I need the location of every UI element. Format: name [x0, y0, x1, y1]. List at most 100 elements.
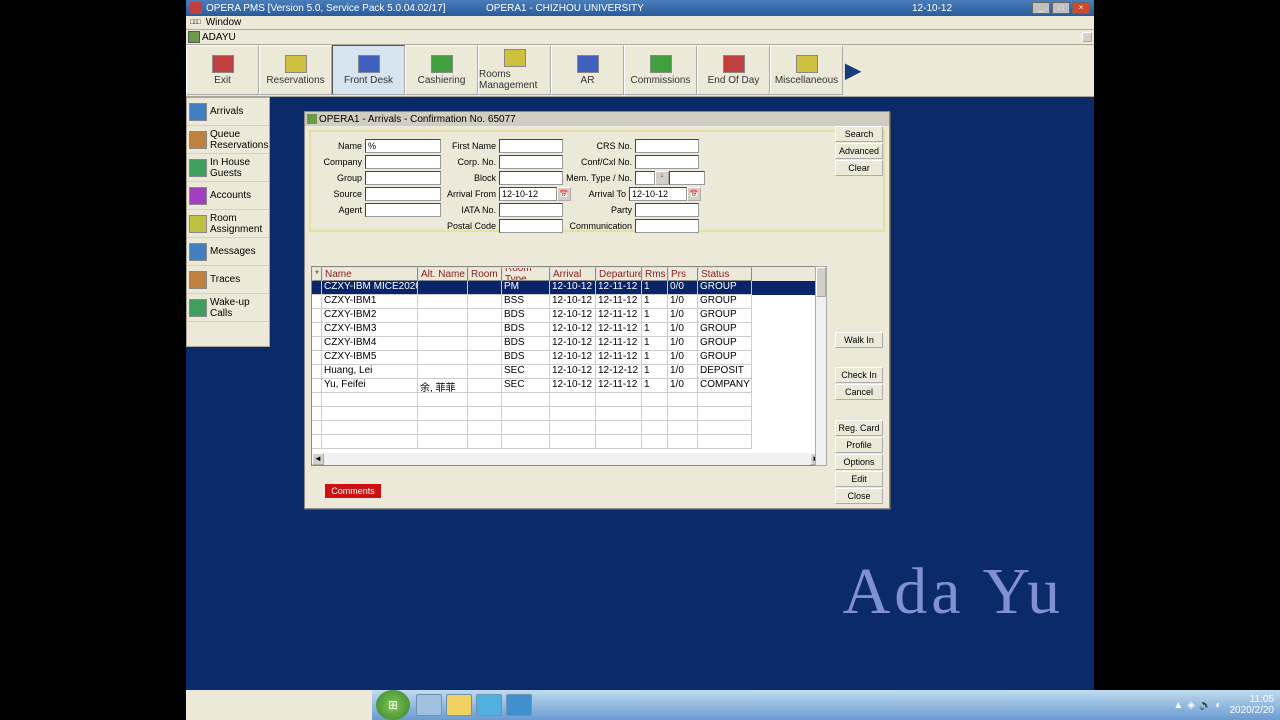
tray-flag-icon[interactable]: ▲: [1173, 700, 1183, 711]
col-header[interactable]: Status: [698, 267, 752, 281]
menubar: □□□ Window: [186, 16, 1094, 30]
close-button2[interactable]: Close: [835, 488, 883, 504]
scroll-left-icon[interactable]: ◄: [312, 453, 324, 465]
sidebar-item-room-assignment[interactable]: Room Assignment: [187, 210, 269, 238]
col-header[interactable]: Departure: [596, 267, 642, 281]
memtype-dropdown-icon[interactable]: ↓: [655, 171, 669, 185]
col-header[interactable]: Arrival: [550, 267, 596, 281]
options-button[interactable]: Options: [835, 454, 883, 470]
col-header[interactable]: Alt. Name: [418, 267, 468, 281]
col-header[interactable]: Name: [322, 267, 418, 281]
sidebar-item-accounts[interactable]: Accounts: [187, 182, 269, 210]
advanced-button[interactable]: Advanced: [835, 143, 883, 159]
input-corpno[interactable]: [499, 155, 563, 169]
input-firstname[interactable]: [499, 139, 563, 153]
taskbar-app-4[interactable]: [506, 694, 532, 716]
toolbar-front-desk[interactable]: Front Desk: [332, 45, 405, 95]
input-postal[interactable]: [499, 219, 563, 233]
cancel-button[interactable]: Cancel: [835, 384, 883, 400]
input-arrto[interactable]: [629, 187, 687, 201]
toolbar-reservations[interactable]: Reservations: [259, 45, 332, 95]
minimize-button[interactable]: _: [1032, 2, 1050, 14]
table-row-empty: [312, 393, 822, 407]
sidebar-item-queue-reservations[interactable]: Queue Reservations: [187, 126, 269, 154]
input-source[interactable]: [365, 187, 441, 201]
grid-body[interactable]: CZXY-IBM MICE202009PM12-10-1212-11-1210/…: [312, 281, 822, 451]
maximize-button[interactable]: □: [1052, 2, 1070, 14]
mdi-restore-icon[interactable]: [1082, 32, 1092, 42]
col-header[interactable]: Rms: [642, 267, 668, 281]
toolbar-end-of-day[interactable]: End Of Day: [697, 45, 770, 95]
edit-button[interactable]: Edit: [835, 471, 883, 487]
col-header[interactable]: Room Type: [502, 267, 550, 281]
calendar-to-icon[interactable]: 📅: [687, 187, 701, 201]
grid-vscroll[interactable]: [815, 266, 827, 466]
taskbar-app-3[interactable]: [476, 694, 502, 716]
comments-button[interactable]: Comments: [325, 484, 381, 498]
input-agent[interactable]: [365, 203, 441, 217]
taskbar-app-1[interactable]: [416, 694, 442, 716]
lbl-firstname: First Name: [441, 141, 499, 151]
input-comm[interactable]: [635, 219, 699, 233]
toolbar-exit[interactable]: Exit: [186, 45, 259, 95]
start-button[interactable]: ⊞: [376, 690, 410, 720]
sidebar-item-arrivals[interactable]: Arrivals: [187, 98, 269, 126]
checkin-button[interactable]: Check In: [835, 367, 883, 383]
table-row[interactable]: CZXY-IBM5BDS12-10-1212-11-1211/0GROUP: [312, 351, 822, 365]
input-crsno[interactable]: [635, 139, 699, 153]
cell: GROUP: [698, 309, 752, 323]
input-party[interactable]: [635, 203, 699, 217]
sidebar-item-traces[interactable]: Traces: [187, 266, 269, 294]
tray-misc-icon[interactable]: ◐: [1215, 700, 1221, 711]
input-memno[interactable]: [669, 171, 705, 185]
arrivals-grid[interactable]: *NameAlt. NameRoomRoom TypeArrivalDepart…: [311, 266, 823, 466]
clock[interactable]: 11:05 2020/2/20: [1230, 694, 1275, 716]
table-row[interactable]: CZXY-IBM1BSS12-10-1212-11-1211/0GROUP: [312, 295, 822, 309]
sidebar-icon: [189, 131, 207, 149]
sidebar-item-messages[interactable]: Messages: [187, 238, 269, 266]
menu-window[interactable]: Window: [206, 17, 242, 28]
col-header[interactable]: Prs: [668, 267, 698, 281]
profile-button[interactable]: Profile: [835, 437, 883, 453]
col-header[interactable]: Room: [468, 267, 502, 281]
col-header[interactable]: *: [312, 267, 322, 281]
input-group[interactable]: [365, 171, 441, 185]
walkin-button[interactable]: Walk In: [835, 332, 883, 348]
toolbar-cashiering[interactable]: Cashiering: [405, 45, 478, 95]
mdi-icons[interactable]: □□□: [190, 19, 200, 26]
close-button[interactable]: ×: [1072, 2, 1090, 14]
toolbar-miscellaneous[interactable]: Miscellaneous: [770, 45, 843, 95]
taskbar[interactable]: ⊞ ▲ ◈ 🔊 ◐ 11:05 2020/2/20: [372, 690, 1280, 720]
toolbar-rooms-management[interactable]: Rooms Management: [478, 45, 551, 95]
input-arrfrom[interactable]: [499, 187, 557, 201]
toolbar-icon: [358, 55, 380, 73]
toolbar-label: Commissions: [630, 75, 690, 86]
input-iata[interactable]: [499, 203, 563, 217]
toolbar-scroll-right-icon[interactable]: ▶: [843, 45, 863, 96]
input-company[interactable]: [365, 155, 441, 169]
tray-net-icon[interactable]: ◈: [1187, 700, 1195, 711]
toolbar-commissions[interactable]: Commissions: [624, 45, 697, 95]
sidebar-item-in-house-guests[interactable]: In House Guests: [187, 154, 269, 182]
clear-button[interactable]: Clear: [835, 160, 883, 176]
calendar-from-icon[interactable]: 📅: [557, 187, 571, 201]
table-row[interactable]: Yu, Feifei余, 菲菲SEC12-10-1212-11-1211/0CO…: [312, 379, 822, 393]
input-name[interactable]: [365, 139, 441, 153]
table-row[interactable]: CZXY-IBM3BDS12-10-1212-11-1211/0GROUP: [312, 323, 822, 337]
taskbar-app-2[interactable]: [446, 694, 472, 716]
sidebar-item-wake-up-calls[interactable]: Wake-up Calls: [187, 294, 269, 322]
search-button[interactable]: Search: [835, 126, 883, 142]
regcard-button[interactable]: Reg. Card: [835, 420, 883, 436]
tray-vol-icon[interactable]: 🔊: [1199, 700, 1211, 711]
table-row[interactable]: CZXY-IBM4BDS12-10-1212-11-1211/0GROUP: [312, 337, 822, 351]
input-memtype[interactable]: [635, 171, 655, 185]
cell: 12-10-12: [550, 281, 596, 295]
toolbar-ar[interactable]: AR: [551, 45, 624, 95]
table-row[interactable]: CZXY-IBM MICE202009PM12-10-1212-11-1210/…: [312, 281, 822, 295]
table-row[interactable]: CZXY-IBM2BDS12-10-1212-11-1211/0GROUP: [312, 309, 822, 323]
table-row[interactable]: Huang, LeiSEC12-10-1212-12-1211/0DEPOSIT: [312, 365, 822, 379]
grid-hscroll[interactable]: ◄ ►: [312, 453, 822, 465]
input-confcxl[interactable]: [635, 155, 699, 169]
systray[interactable]: ▲ ◈ 🔊 ◐ 11:05 2020/2/20: [1171, 694, 1280, 716]
input-block[interactable]: [499, 171, 563, 185]
